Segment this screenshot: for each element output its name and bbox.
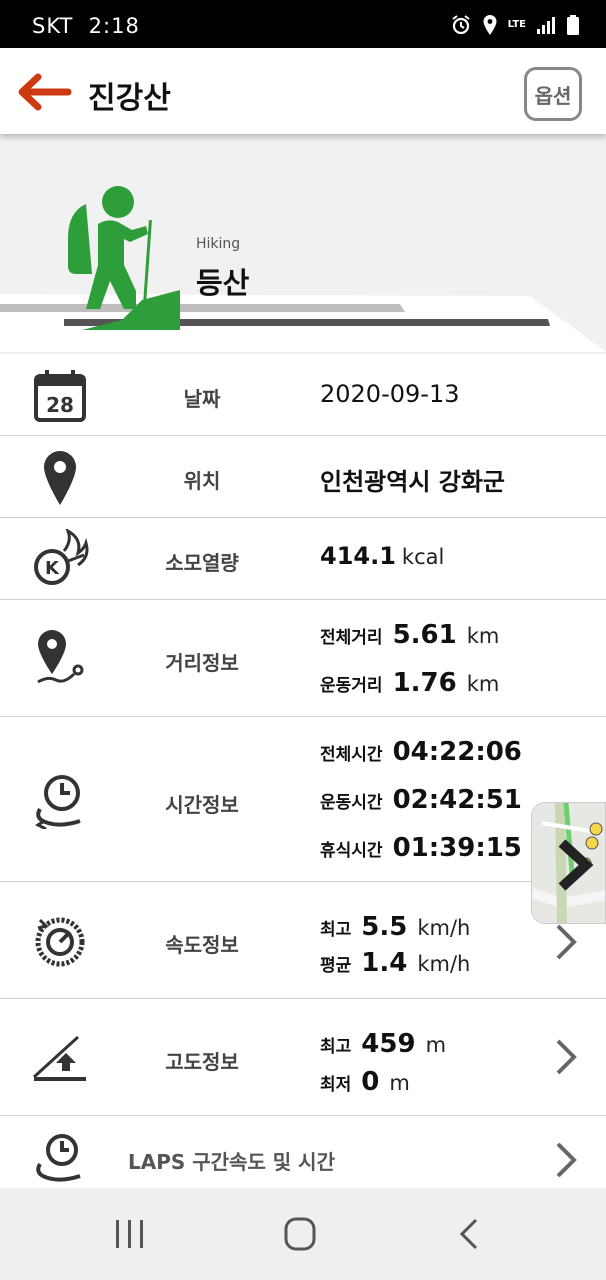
altitude-row[interactable]: 고도정보 최고 459 m 최저 0 m — [0, 999, 606, 1116]
speed-max-label: 최고 — [320, 920, 352, 940]
altitude-min-label: 최저 — [320, 1075, 352, 1095]
back-button[interactable] — [14, 72, 72, 112]
system-nav-bar — [0, 1188, 606, 1280]
time-rest-value: 01:39:15 — [392, 833, 522, 863]
calories-unit: kcal — [401, 545, 445, 569]
calories-display: 414.1 kcal — [320, 542, 444, 570]
carrier-label: SKT — [32, 14, 74, 38]
recent-apps-icon[interactable] — [108, 1214, 152, 1254]
laps-label: LAPS 구간속도 및 시간 — [128, 1150, 335, 1174]
altitude-icon — [32, 1035, 86, 1081]
time-total-label: 전체시간 — [320, 745, 383, 765]
speed-max: 최고 5.5 km/h — [320, 912, 470, 942]
time-label: 시간정보 — [165, 793, 239, 817]
chevron-right-icon — [556, 924, 577, 960]
speed-row[interactable]: 속도정보 최고 5.5 km/h 평균 1.4 km/h — [0, 882, 606, 999]
map-thumbnail-button[interactable] — [531, 802, 606, 924]
page-title: 진강산 — [88, 81, 171, 116]
calories-row: K 소모열량 414.1 kcal — [0, 518, 606, 600]
date-label: 날짜 — [183, 387, 221, 411]
location-row: 위치 인천광역시 강화군 — [0, 436, 606, 518]
location-pin-icon — [44, 451, 76, 505]
date-row: 28 날짜 2020-09-13 — [0, 354, 606, 436]
date-value: 2020-09-13 — [320, 380, 460, 408]
clock-time: 2:18 — [88, 14, 140, 38]
laps-clock-icon — [36, 1134, 81, 1182]
alarm-icon — [452, 15, 470, 35]
speed-max-unit: km/h — [417, 916, 471, 940]
distance-moving: 운동거리 1.76 km — [320, 668, 499, 698]
distance-row: 거리정보 전체거리 5.61 km 운동거리 1.76 km — [0, 600, 606, 717]
info-list: 28 날짜 2020-09-13 위치 인천광역시 강화군 K 소모열량 414… — [0, 354, 606, 1190]
location-label: 위치 — [183, 469, 221, 493]
time-rest-label: 휴식시간 — [320, 841, 383, 861]
altitude-min-unit: m — [389, 1071, 410, 1095]
calories-label: 소모열량 — [165, 551, 239, 575]
status-left: SKT 2:18 — [32, 14, 140, 38]
time-total: 전체시간 04:22:06 — [320, 737, 522, 767]
altitude-max: 최고 459 m — [320, 1029, 446, 1059]
chevron-right-icon — [556, 1039, 577, 1075]
altitude-label: 고도정보 — [165, 1050, 239, 1074]
network-label: LTE — [507, 19, 526, 30]
distance-moving-unit: km — [466, 672, 500, 696]
time-row: 시간정보 전체시간 04:22:06 운동시간 02:42:51 휴식시간 01… — [0, 717, 606, 882]
svg-text:K: K — [45, 558, 60, 579]
speed-avg: 평균 1.4 km/h — [320, 948, 470, 978]
speed-max-value: 5.5 — [361, 912, 408, 942]
distance-total-value: 5.61 — [392, 620, 457, 650]
location-value: 인천광역시 강화군 — [320, 468, 505, 496]
altitude-min: 최저 0 m — [320, 1067, 410, 1097]
location-status-icon — [483, 15, 497, 35]
calendar-day-text: 28 — [46, 393, 74, 417]
chevron-right-icon — [556, 1142, 577, 1178]
altitude-max-value: 459 — [361, 1029, 416, 1059]
speed-avg-unit: km/h — [417, 952, 471, 976]
calorie-fire-icon: K — [34, 529, 89, 585]
back-arrow-icon — [18, 73, 72, 111]
laps-row[interactable]: LAPS 구간속도 및 시간 — [0, 1116, 606, 1190]
distance-total: 전체거리 5.61 km — [320, 620, 499, 650]
signal-icon — [537, 17, 555, 34]
distance-label: 거리정보 — [165, 651, 239, 675]
speed-gauge-icon — [35, 917, 85, 967]
hiker-icon — [68, 186, 180, 330]
map-preview — [532, 803, 605, 923]
status-bar: SKT 2:18 LTE — [0, 0, 606, 48]
activity-type-en: Hiking — [196, 236, 241, 252]
status-right: LTE — [450, 14, 580, 36]
back-nav-icon[interactable] — [448, 1214, 492, 1254]
distance-route-icon — [37, 630, 84, 684]
activity-type-ko: 등산 — [196, 266, 250, 300]
home-icon[interactable] — [278, 1214, 322, 1254]
calendar-icon: 28 — [34, 370, 86, 422]
altitude-max-label: 최고 — [320, 1037, 352, 1057]
app-header: 진강산 옵션 — [0, 48, 606, 134]
time-clock-icon — [35, 775, 81, 829]
speed-avg-label: 평균 — [320, 956, 352, 976]
time-moving: 운동시간 02:42:51 — [320, 785, 522, 815]
activity-banner: Hiking 등산 — [0, 134, 606, 354]
distance-moving-label: 운동거리 — [320, 676, 383, 696]
time-moving-value: 02:42:51 — [392, 785, 522, 815]
speed-avg-value: 1.4 — [361, 948, 408, 978]
calories-value: 414.1 — [320, 542, 396, 570]
battery-icon — [567, 15, 579, 35]
speed-label: 속도정보 — [165, 933, 239, 957]
options-button[interactable]: 옵션 — [524, 67, 582, 121]
altitude-min-value: 0 — [361, 1067, 380, 1097]
distance-total-unit: km — [466, 624, 500, 648]
time-total-value: 04:22:06 — [392, 737, 522, 767]
altitude-max-unit: m — [425, 1033, 447, 1057]
time-rest: 휴식시간 01:39:15 — [320, 833, 522, 863]
distance-moving-value: 1.76 — [392, 668, 457, 698]
time-moving-label: 운동시간 — [320, 793, 383, 813]
distance-total-label: 전체거리 — [320, 628, 383, 648]
